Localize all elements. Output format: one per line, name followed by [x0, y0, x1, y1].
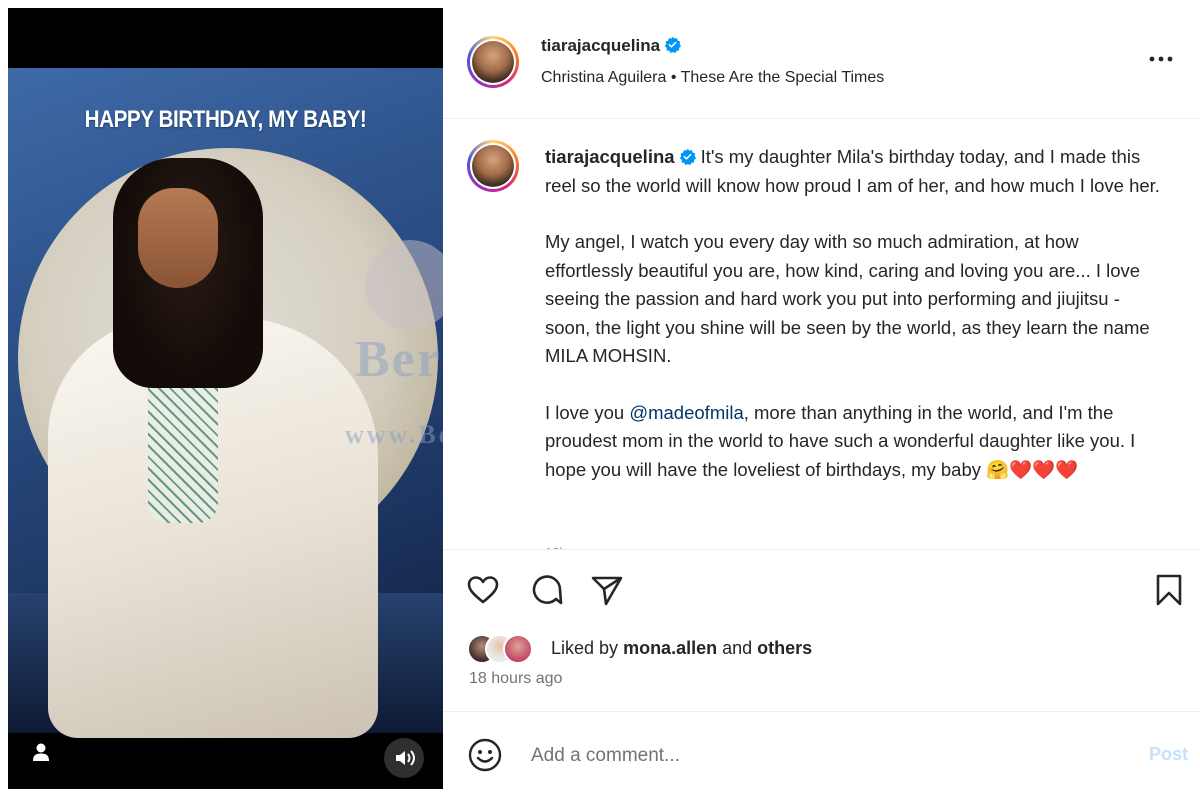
liked-by-user-link[interactable]: mona.allen	[623, 638, 717, 658]
audio-title: These Are the Special Times	[680, 69, 885, 86]
heart-icon[interactable]	[465, 572, 501, 608]
caption-p3-before: I love you	[545, 401, 630, 423]
caption-paragraph-2: My angel, I watch you every day with so …	[545, 231, 1150, 366]
post-panel: tiarajacquelina Christina Aguilera • The…	[443, 8, 1200, 797]
comment-input[interactable]	[529, 740, 1093, 772]
likes-row: Liked by mona.allen and others	[467, 634, 1167, 664]
reel-text-overlay: HAPPY BIRTHDAY, MY BABY!	[84, 106, 367, 133]
audio-artist: Christina Aguilera	[541, 69, 667, 86]
caption-scroll-area[interactable]: tiarajacquelina It's my daughter Mila's …	[443, 119, 1200, 550]
audio-separator: •	[670, 69, 677, 86]
share-icon[interactable]	[589, 572, 625, 608]
caption-avatar[interactable]	[467, 140, 519, 192]
bookmark-icon[interactable]	[1151, 572, 1187, 608]
sound-toggle-button[interactable]	[384, 738, 424, 778]
avatar[interactable]	[467, 36, 519, 88]
sound-icon	[396, 750, 415, 766]
liked-by-joiner: and	[722, 638, 753, 658]
liked-by-prefix: Liked by	[551, 638, 619, 658]
caption-paragraph-3: I love you @madeofmila, more than anythi…	[545, 399, 1170, 485]
action-bar	[443, 566, 1200, 612]
mention-link[interactable]: @madeofmila	[629, 402, 743, 423]
more-options-icon[interactable]	[1148, 54, 1174, 64]
post-header: tiarajacquelina Christina Aguilera • The…	[443, 8, 1200, 119]
reel-video-frame	[8, 68, 443, 738]
liker-avatar[interactable]	[503, 634, 533, 664]
verified-icon	[664, 36, 682, 53]
reel-media[interactable]: HAPPY BIRTHDAY, MY BABY!	[8, 8, 443, 789]
post-comment-button[interactable]: Post	[1143, 743, 1194, 766]
caption-text: tiarajacquelina It's my daughter Mila's …	[545, 143, 1170, 512]
comment-icon[interactable]	[529, 572, 565, 608]
liked-by-others-link[interactable]: others	[757, 638, 812, 658]
figure-face	[138, 188, 218, 288]
caption-username[interactable]: tiarajacquelina	[545, 146, 675, 167]
header-username[interactable]: tiarajacquelina	[541, 36, 660, 55]
audio-track[interactable]: Christina Aguilera • These Are the Speci…	[541, 69, 884, 87]
header-username-row: tiarajacquelina	[541, 36, 682, 56]
comment-bar: Post	[443, 711, 1200, 797]
verified-icon	[679, 148, 696, 165]
caption-paragraph-1: tiarajacquelina It's my daughter Mila's …	[545, 143, 1170, 200]
caption-timestamp: 18h	[545, 545, 567, 549]
user-tag-icon[interactable]	[32, 742, 50, 762]
emoji-icon[interactable]	[467, 737, 503, 773]
post-timestamp[interactable]: 18 hours ago	[469, 670, 562, 688]
liked-by-text: Liked by mona.allen and others	[551, 638, 812, 659]
